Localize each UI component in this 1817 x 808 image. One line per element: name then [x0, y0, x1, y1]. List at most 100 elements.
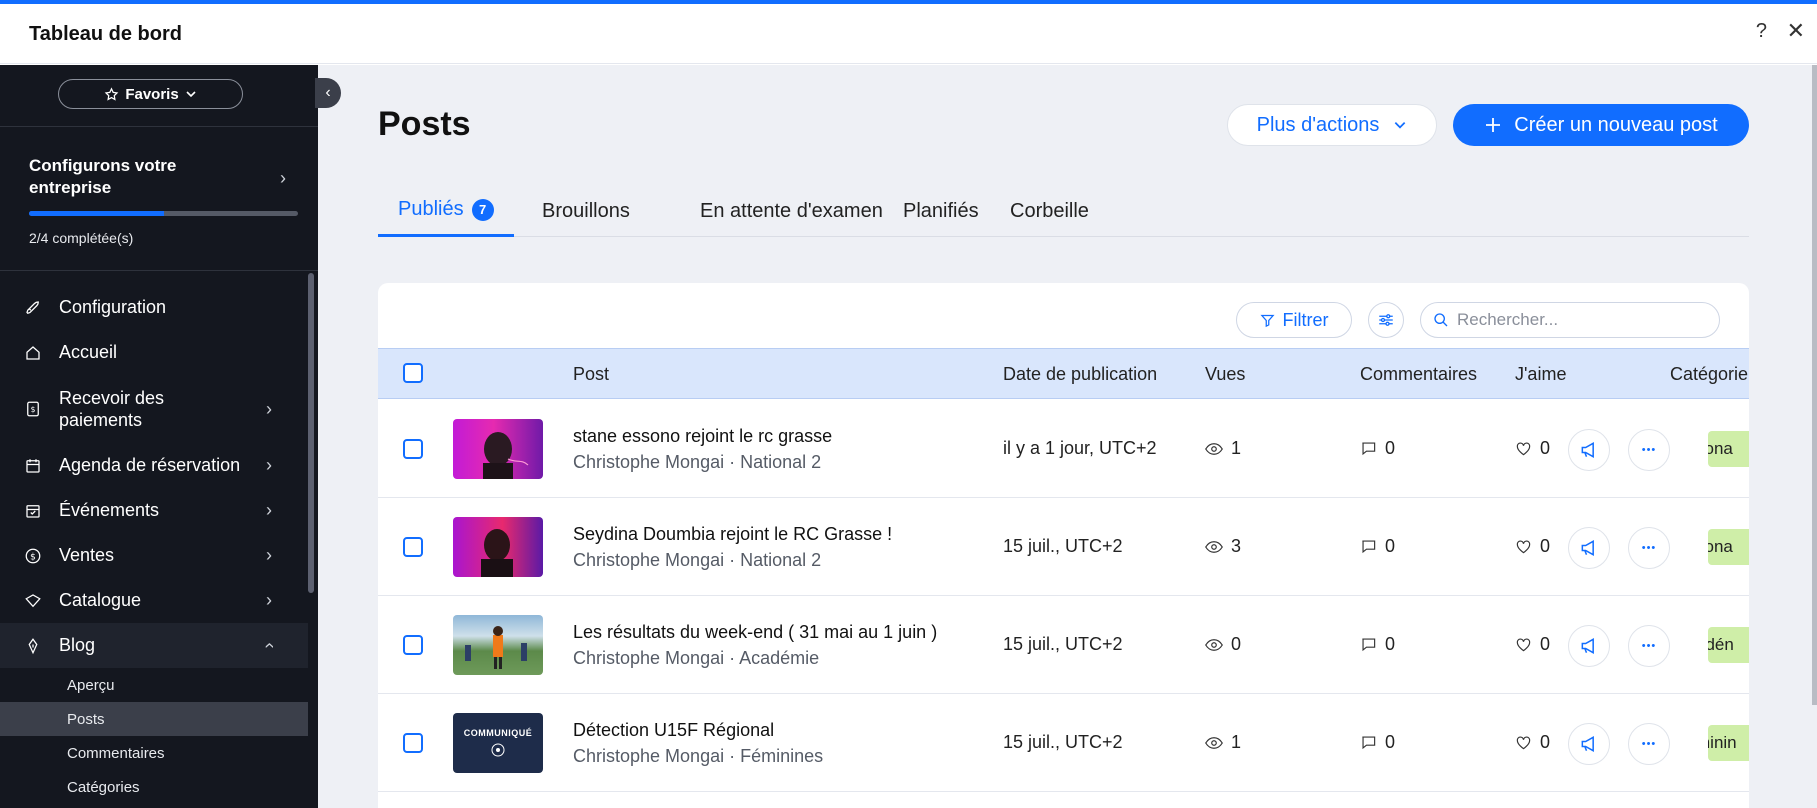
post-title[interactable]: Seydina Doumbia rejoint le RC Grasse !	[573, 524, 892, 545]
sliders-icon	[1379, 314, 1393, 326]
post-likes: 0	[1515, 438, 1550, 459]
post-comments: 0	[1360, 438, 1395, 459]
more-options-button[interactable]: •••	[1628, 723, 1670, 765]
sidebar-subitem-posts[interactable]: Posts	[0, 702, 308, 736]
chevron-down-icon	[1395, 122, 1406, 129]
promote-button[interactable]	[1568, 527, 1610, 569]
search-box[interactable]	[1420, 302, 1720, 338]
table-row[interactable]: Les résultats du week-end ( 31 mai au 1 …	[378, 596, 1749, 694]
comment-icon	[1362, 638, 1376, 652]
setup-progress-fill	[29, 211, 164, 216]
post-thumbnail	[453, 517, 543, 577]
table-header: Post Date de publication Vues Commentair…	[378, 348, 1749, 399]
chevron-down-icon	[186, 91, 196, 98]
post-likes: 0	[1515, 634, 1550, 655]
comment-icon	[1362, 736, 1376, 750]
promote-button[interactable]	[1568, 625, 1610, 667]
table-row[interactable]: stane essono rejoint le rc grasse Christ…	[378, 400, 1749, 498]
comment-icon	[1362, 540, 1376, 554]
help-icon[interactable]: ?	[1756, 20, 1767, 43]
create-post-label: Créer un nouveau post	[1514, 113, 1718, 136]
column-likes[interactable]: J'aime	[1515, 364, 1566, 385]
chevron-right-icon: ›	[266, 590, 272, 610]
category-tag: tiona	[1708, 529, 1749, 565]
column-comments[interactable]: Commentaires	[1360, 364, 1477, 385]
thumbnail-text: COMMUNIQUÉ	[463, 728, 533, 738]
tab-en-attente[interactable]: En attente d'examen	[700, 185, 883, 237]
category-tag: tiona	[1708, 431, 1749, 467]
post-date: 15 juil., UTC+2	[1003, 634, 1123, 654]
post-title[interactable]: Détection U15F Régional	[573, 720, 774, 741]
row-checkbox[interactable]	[403, 635, 423, 655]
sidebar-subitem-categories[interactable]: Catégories	[0, 770, 308, 804]
tab-brouillons[interactable]: Brouillons	[542, 185, 630, 237]
promote-button[interactable]	[1568, 723, 1610, 765]
column-date[interactable]: Date de publication	[1003, 364, 1157, 385]
sidebar-subitem-commentaires[interactable]: Commentaires	[0, 736, 308, 770]
page-scrollbar[interactable]	[1812, 65, 1817, 705]
count-badge: 7	[471, 198, 494, 221]
more-options-button[interactable]: •••	[1628, 527, 1670, 569]
chevron-right-icon: ›	[266, 455, 272, 475]
post-meta: Christophe Mongai · Académie	[573, 648, 820, 668]
sidebar-item-label: Événements	[59, 500, 160, 520]
post-meta: Christophe Mongai · National 2	[573, 452, 822, 472]
sidebar: Favoris Configurons votre entreprise › 2…	[0, 65, 318, 808]
post-title[interactable]: stane essono rejoint le rc grasse	[573, 426, 832, 447]
svg-text:$: $	[30, 552, 36, 562]
filter-button[interactable]: Filtrer	[1236, 302, 1352, 338]
search-input[interactable]	[1457, 310, 1697, 330]
row-checkbox[interactable]	[403, 439, 423, 459]
sidebar-item-catalogue[interactable]: Catalogue ›	[0, 578, 308, 623]
tab-planifies[interactable]: Planifiés	[903, 185, 979, 237]
customize-columns-button[interactable]	[1368, 302, 1404, 338]
post-meta: Christophe Mongai · Féminines	[573, 746, 824, 766]
more-options-button[interactable]: •••	[1628, 625, 1670, 667]
sidebar-item-paiements[interactable]: $ Recevoir des paiements ›	[0, 375, 308, 443]
post-meta: Christophe Mongai · National 2	[573, 550, 822, 570]
sidebar-item-accueil[interactable]: Accueil	[0, 330, 308, 375]
table-row[interactable]: COMMUNIQUÉ Détection U15F Régional Chris…	[378, 694, 1749, 792]
sidebar-subitem-apercu[interactable]: Aperçu	[0, 668, 308, 702]
dollar-icon: $	[22, 545, 44, 567]
select-all-checkbox[interactable]	[403, 363, 423, 383]
create-post-button[interactable]: Créer un nouveau post	[1453, 104, 1749, 146]
category-tag: minin	[1708, 725, 1749, 761]
sidebar-scrollbar[interactable]	[308, 273, 314, 593]
sidebar-item-ventes[interactable]: $ Ventes ›	[0, 533, 308, 578]
column-views[interactable]: Vues	[1205, 364, 1245, 385]
sidebar-item-configuration[interactable]: Configuration	[0, 285, 308, 330]
chevron-right-icon[interactable]: ›	[280, 168, 286, 189]
promote-button[interactable]	[1568, 429, 1610, 471]
sidebar-nav: Configuration Accueil $ Recevoir des pai…	[0, 285, 308, 804]
post-likes: 0	[1515, 536, 1550, 557]
dashboard-title: Tableau de bord	[29, 23, 182, 45]
row-checkbox[interactable]	[403, 537, 423, 557]
star-icon	[104, 86, 119, 101]
heart-icon	[1516, 442, 1531, 456]
eye-icon	[1205, 638, 1223, 651]
more-actions-button[interactable]: Plus d'actions	[1227, 104, 1437, 146]
comment-icon	[1362, 442, 1376, 456]
tab-corbeille[interactable]: Corbeille	[1010, 185, 1089, 237]
sidebar-item-blog[interactable]: Blog ›	[0, 623, 308, 668]
tab-publies[interactable]: Publiés 7	[378, 185, 514, 237]
sidebar-item-evenements[interactable]: Événements ›	[0, 488, 308, 533]
sidebar-item-label: Catalogue	[59, 590, 142, 610]
column-category[interactable]: Catégorie	[1670, 364, 1748, 385]
table-row[interactable]: Seydina Doumbia rejoint le RC Grasse ! C…	[378, 498, 1749, 596]
favorites-button[interactable]: Favoris	[58, 79, 243, 109]
post-title[interactable]: Les résultats du week-end ( 31 mai au 1 …	[573, 622, 937, 643]
row-checkbox[interactable]	[403, 733, 423, 753]
event-icon	[22, 500, 44, 522]
close-icon[interactable]: ✕	[1787, 18, 1805, 44]
setup-title[interactable]: Configurons votre entreprise	[29, 155, 259, 199]
sidebar-item-label: Accueil	[59, 342, 118, 362]
more-options-button[interactable]: •••	[1628, 429, 1670, 471]
chevron-up-icon: ›	[258, 642, 279, 649]
sidebar-item-agenda[interactable]: Agenda de réservation ›	[0, 443, 308, 488]
heart-icon	[1516, 736, 1531, 750]
category-tag: adén	[1708, 627, 1749, 663]
column-post[interactable]: Post	[573, 364, 609, 385]
megaphone-icon	[1581, 736, 1594, 752]
